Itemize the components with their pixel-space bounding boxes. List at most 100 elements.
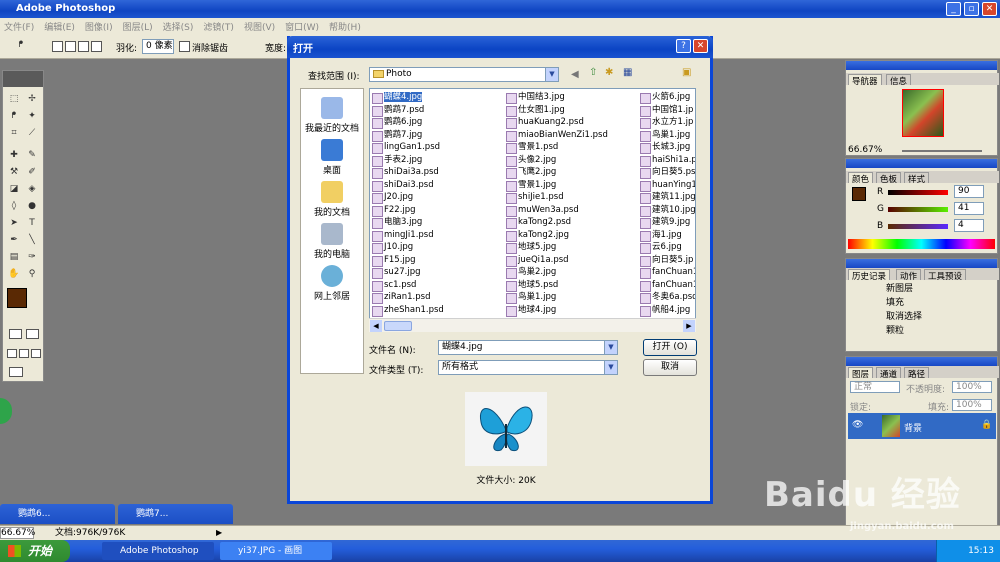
minimize-button[interactable]: _ (946, 2, 961, 16)
zoom-slider[interactable] (902, 150, 982, 152)
tab-styles[interactable]: 样式 (904, 172, 930, 185)
file-item[interactable]: 火箭6.jpg (640, 91, 695, 104)
fill-value[interactable]: 100% (952, 399, 992, 411)
marquee-tool-icon[interactable]: ⬚ (7, 93, 21, 106)
color-ramp[interactable] (848, 239, 995, 249)
intersect-selection-icon[interactable] (91, 41, 102, 52)
history-item[interactable]: 新图层 (886, 281, 913, 294)
green-slider[interactable] (888, 207, 948, 212)
screen-mode-icon[interactable] (7, 349, 17, 358)
full-screen-icon[interactable] (31, 349, 41, 358)
file-item[interactable]: shiDai3.psd (372, 179, 504, 191)
file-item[interactable]: 头像2.jpg (506, 154, 638, 166)
zoom-tool-icon[interactable]: ⚲ (25, 268, 39, 281)
taskbar-item-photoshop[interactable]: Adobe Photoshop (102, 542, 214, 560)
file-item[interactable]: F15.jpg (372, 254, 504, 266)
file-item[interactable]: 手表2.jpg (372, 154, 504, 166)
chevron-down-icon[interactable]: ▼ (545, 68, 558, 81)
imageready-icon[interactable] (9, 367, 23, 377)
history-item[interactable]: 取消选择 (886, 309, 922, 322)
tab-history[interactable]: 历史记录 (848, 269, 891, 282)
lasso-tool-icon[interactable]: ᖰ (14, 39, 28, 52)
clone-stamp-icon[interactable]: ⚒ (7, 166, 21, 179)
place-computer[interactable]: 我的电脑 (301, 223, 363, 260)
file-item[interactable]: shiJie1.psd (506, 191, 638, 204)
blue-slider[interactable] (888, 224, 948, 229)
file-item[interactable]: kaTong2.jpg (506, 229, 638, 241)
scroll-thumb[interactable] (384, 321, 412, 331)
hand-tool-icon[interactable]: ✋ (7, 268, 21, 281)
menu-window[interactable]: 窗口(W) (281, 18, 325, 33)
path-select-icon[interactable]: ➤ (7, 217, 21, 230)
menu-edit[interactable]: 编辑(E) (40, 18, 81, 33)
dialog-close-button[interactable]: ✕ (693, 39, 708, 53)
up-folder-icon[interactable]: ⇧ (589, 67, 597, 78)
tab-actions[interactable]: 动作 (896, 269, 922, 282)
tab-swatches[interactable]: 色板 (876, 172, 902, 185)
open-button[interactable]: 打开 (O) (643, 339, 697, 356)
quick-mask-icon[interactable] (26, 329, 39, 339)
new-folder-icon[interactable]: ✱ (605, 67, 613, 78)
cancel-button[interactable]: 取消 (643, 359, 697, 376)
place-recent[interactable]: 我最近的文档 (301, 97, 363, 134)
file-item[interactable]: 水立方1.jp (640, 116, 695, 129)
file-item[interactable]: 蝴蝶4.jpg (372, 91, 504, 104)
place-desktop[interactable]: 桌面 (301, 139, 363, 176)
tab-navigator[interactable]: 导航器 (848, 74, 882, 87)
file-item[interactable]: J20.jpg (372, 191, 504, 204)
close-button[interactable]: ✕ (982, 2, 997, 16)
file-item[interactable]: shiDai3a.psd (372, 166, 504, 179)
file-item[interactable]: 飞鹰2.jpg (506, 166, 638, 179)
file-item[interactable]: 冬奥6a.psd (640, 291, 695, 304)
file-item[interactable]: jueQi1a.psd (506, 254, 638, 266)
place-network[interactable]: 网上邻居 (301, 265, 363, 302)
navigator-thumbnail[interactable] (902, 89, 944, 137)
file-item[interactable]: fanChuan1b (640, 266, 695, 279)
minimized-doc-2[interactable]: 鹦鹉7... (118, 504, 233, 524)
notes-tool-icon[interactable]: ▤ (7, 251, 21, 264)
file-list-scrollbar[interactable]: ◀ ▶ (369, 318, 696, 332)
file-item[interactable]: 电脑3.jpg (372, 216, 504, 229)
file-item[interactable]: sc1.psd (372, 279, 504, 291)
file-item[interactable]: haiShi1a.p (640, 154, 695, 166)
scroll-left-icon[interactable]: ◀ (370, 320, 382, 332)
tab-layers[interactable]: 图层 (848, 367, 874, 380)
tab-paths[interactable]: 路径 (904, 367, 930, 380)
subtract-selection-icon[interactable] (78, 41, 89, 52)
red-slider[interactable] (888, 190, 948, 195)
type-tool-icon[interactable]: T (25, 217, 39, 230)
file-item[interactable]: lingGan1.psd (372, 141, 504, 154)
file-item[interactable]: mingJi1.psd (372, 229, 504, 241)
file-item[interactable]: 向日葵5.jp (640, 254, 695, 266)
menu-select[interactable]: 选择(S) (159, 18, 200, 33)
file-item[interactable]: 雪景1.jpg (506, 179, 638, 191)
crop-tool-icon[interactable]: ⌗ (7, 127, 21, 140)
file-item[interactable]: 建筑10.jpg (640, 204, 695, 216)
taskbar-item-paint[interactable]: yi37.JPG - 画图 (220, 542, 332, 560)
file-item[interactable]: ziRan1.psd (372, 291, 504, 304)
green-value[interactable]: 41 (954, 202, 984, 215)
look-in-select[interactable]: Photo ▼ (369, 67, 559, 82)
pen-tool-icon[interactable]: ✒ (7, 234, 21, 247)
menu-file[interactable]: 文件(F) (0, 18, 40, 33)
blue-value[interactable]: 4 (954, 219, 984, 232)
menu-image[interactable]: 图像(I) (81, 18, 119, 33)
file-item[interactable]: 鹦鹉7.psd (372, 104, 504, 116)
file-item[interactable]: 长城3.jpg (640, 141, 695, 154)
file-item[interactable]: 中国结3.jpg (506, 91, 638, 104)
feather-input[interactable]: 0 像素 (142, 39, 174, 54)
file-item[interactable]: 地球5.jpg (506, 241, 638, 254)
start-button[interactable]: 开始 (0, 540, 70, 562)
brush-tool-icon[interactable]: ✎ (25, 149, 39, 162)
layer-row-background[interactable]: 👁 背景 🔒 (848, 413, 996, 439)
folder-action-icon[interactable]: ▣ (682, 67, 691, 78)
menu-layer[interactable]: 图层(L) (119, 18, 159, 33)
file-item[interactable]: zheShan1.psd (372, 304, 504, 316)
file-item[interactable]: 鹦鹉7.jpg (372, 129, 504, 141)
file-item[interactable]: 鹦鹉6.jpg (372, 116, 504, 129)
line-tool-icon[interactable]: ╲ (25, 234, 39, 247)
eye-icon[interactable]: 👁 (852, 420, 863, 430)
layer-name[interactable]: 背景 (904, 421, 922, 434)
blur-tool-icon[interactable]: ◊ (7, 200, 21, 213)
file-item[interactable]: 鸟巢1.jpg (640, 129, 695, 141)
